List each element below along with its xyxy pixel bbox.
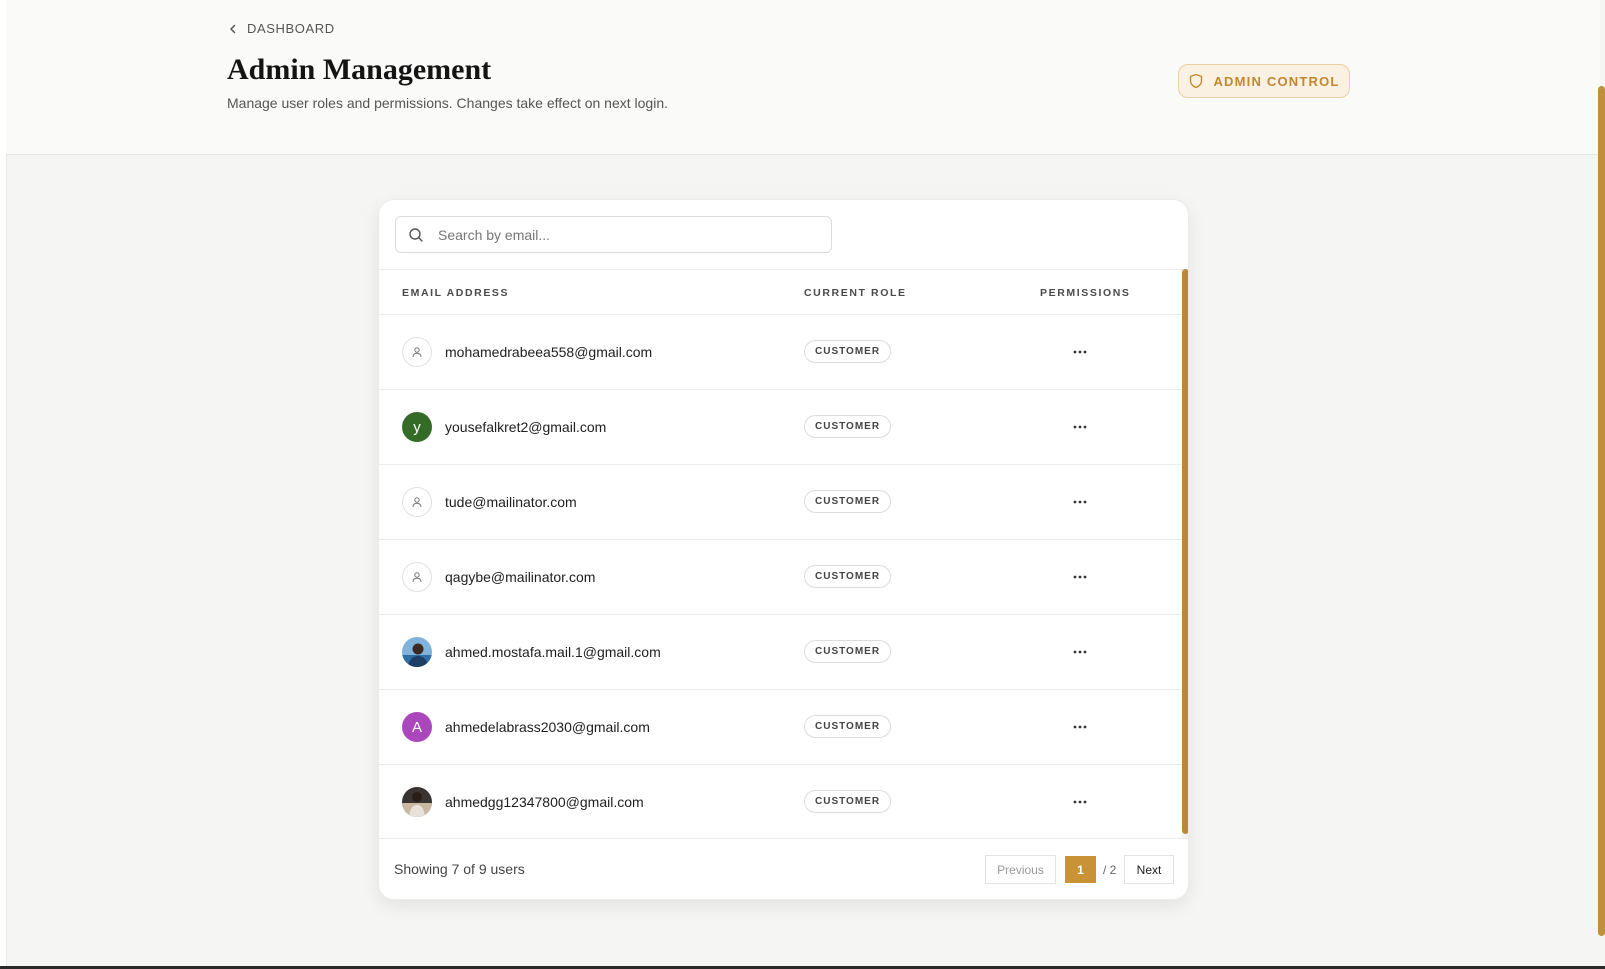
role-badge: CUSTOMER (804, 415, 892, 438)
more-actions-button[interactable] (1067, 566, 1093, 588)
role-badge: CUSTOMER (804, 790, 892, 813)
more-horizontal-icon (1073, 725, 1087, 729)
more-actions-button[interactable] (1067, 491, 1093, 513)
table-row: qagybe@mailinator.com CUSTOMER (379, 540, 1182, 615)
admin-control-badge: ADMIN CONTROL (1178, 64, 1350, 98)
more-actions-button[interactable] (1067, 791, 1093, 813)
user-email: qagybe@mailinator.com (445, 569, 596, 585)
more-horizontal-icon (1073, 425, 1087, 429)
table-row: A ahmedelabrass2030@gmail.com CUSTOMER (379, 690, 1182, 765)
user-email: mohamedrabeea558@gmail.com (445, 344, 653, 360)
more-horizontal-icon (1073, 575, 1087, 579)
column-header-email: EMAIL ADDRESS (402, 287, 510, 299)
role-badge: CUSTOMER (804, 490, 892, 513)
shield-icon (1188, 73, 1204, 89)
more-actions-button[interactable] (1067, 341, 1093, 363)
search-input[interactable] (436, 218, 831, 251)
more-horizontal-icon (1073, 650, 1087, 654)
more-actions-button[interactable] (1067, 416, 1093, 438)
page-header: DASHBOARD Admin Management Manage user r… (6, 0, 1600, 155)
users-card: EMAIL ADDRESS CURRENT ROLE PERMISSIONS m… (378, 199, 1189, 900)
next-page-button[interactable]: Next (1124, 855, 1174, 884)
role-badge: CUSTOMER (804, 715, 892, 738)
table-scrollbar[interactable] (1182, 269, 1188, 834)
table-row: ahmed.mostafa.mail.1@gmail.com CUSTOMER (379, 615, 1182, 690)
more-horizontal-icon (1073, 800, 1087, 804)
chevron-left-icon (227, 23, 239, 35)
role-badge: CUSTOMER (804, 565, 892, 588)
user-icon (402, 487, 432, 517)
back-link-label: DASHBOARD (247, 21, 335, 36)
column-header-role: CURRENT ROLE (804, 287, 907, 299)
back-to-dashboard-link[interactable]: DASHBOARD (227, 21, 335, 36)
page-subtitle: Manage user roles and permissions. Chang… (227, 95, 668, 111)
more-actions-button[interactable] (1067, 716, 1093, 738)
user-photo-avatar (402, 787, 432, 817)
role-badge: CUSTOMER (804, 340, 892, 363)
table-row: mohamedrabeea558@gmail.com CUSTOMER (379, 315, 1182, 390)
table-row: tude@mailinator.com CUSTOMER (379, 465, 1182, 540)
user-email: ahmedelabrass2030@gmail.com (445, 719, 650, 735)
user-email: ahmedgg12347800@gmail.com (445, 794, 644, 810)
more-horizontal-icon (1073, 500, 1087, 504)
user-avatar: A (402, 712, 432, 742)
previous-page-button[interactable]: Previous (985, 855, 1056, 884)
showing-count: Showing 7 of 9 users (394, 861, 525, 877)
search-box[interactable] (395, 216, 832, 253)
user-email: yousefalkret2@gmail.com (445, 419, 607, 435)
current-page-indicator[interactable]: 1 (1065, 856, 1096, 883)
user-photo-avatar (402, 637, 432, 667)
admin-control-label: ADMIN CONTROL (1213, 73, 1340, 89)
user-icon (402, 337, 432, 367)
column-header-permissions: PERMISSIONS (1040, 287, 1131, 299)
user-email: tude@mailinator.com (445, 494, 577, 510)
user-icon (402, 562, 432, 592)
table-row: ahmedgg12347800@gmail.com CUSTOMER (379, 765, 1182, 839)
page-scrollbar[interactable] (1598, 86, 1605, 936)
search-icon (408, 227, 424, 243)
page-title: Admin Management (227, 53, 492, 86)
table-row: y yousefalkret2@gmail.com CUSTOMER (379, 390, 1182, 465)
role-badge: CUSTOMER (804, 640, 892, 663)
user-table-body: mohamedrabeea558@gmail.com CUSTOMER y yo… (379, 315, 1182, 839)
user-email: ahmed.mostafa.mail.1@gmail.com (445, 644, 661, 660)
total-pages: / 2 (1103, 863, 1117, 877)
more-horizontal-icon (1073, 350, 1087, 354)
user-avatar: y (402, 412, 432, 442)
more-actions-button[interactable] (1067, 641, 1093, 663)
table-footer: Showing 7 of 9 users Previous 1 / 2 Next (379, 838, 1188, 899)
table-header: EMAIL ADDRESS CURRENT ROLE PERMISSIONS (379, 269, 1182, 315)
